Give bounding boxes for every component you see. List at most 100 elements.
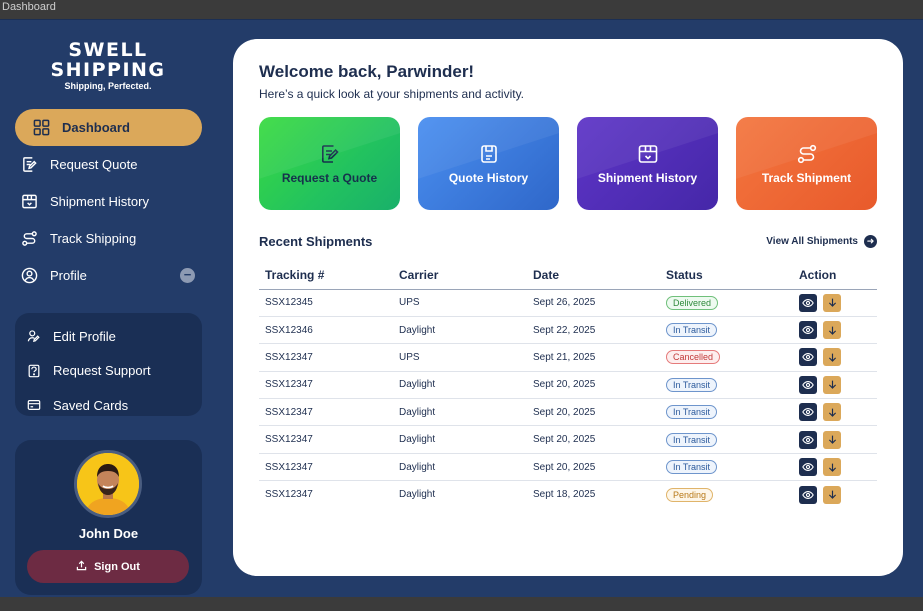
eye-icon xyxy=(802,298,814,307)
arrow-down-icon xyxy=(828,298,836,308)
track-shipment-tile[interactable]: Track Shipment xyxy=(736,117,877,210)
arrow-down-icon xyxy=(828,463,836,472)
eye-icon xyxy=(802,490,814,499)
sidebar-nav: Dashboard Request Quote Shipment History… xyxy=(15,109,202,294)
status-cell: In Transit xyxy=(660,398,793,427)
route-icon xyxy=(21,230,38,247)
submenu-item-label: Request Support xyxy=(53,363,151,379)
column-header: Action xyxy=(793,261,877,290)
carrier-cell: UPS xyxy=(393,289,527,317)
arrow-right-icon: ➜ xyxy=(864,235,877,248)
submenu-item-saved-cards[interactable]: Saved Cards xyxy=(15,388,202,423)
carrier-cell: Daylight xyxy=(393,316,527,345)
quote-history-tile[interactable]: Quote History xyxy=(418,117,559,210)
tracking-cell: SSX12347 xyxy=(259,398,393,427)
action-cell xyxy=(793,453,877,482)
action-cell xyxy=(793,398,877,427)
page-subtitle: Here’s a quick look at your shipments an… xyxy=(259,87,525,101)
view-button[interactable] xyxy=(799,430,817,449)
sidebar-item-dashboard[interactable]: Dashboard xyxy=(15,109,202,146)
arrow-down-icon xyxy=(828,353,836,362)
eye-icon xyxy=(802,463,814,472)
arrow-down-icon xyxy=(828,490,836,500)
table-row: SSX12347 UPS Sept 21, 2025 Cancelled xyxy=(259,343,877,372)
tracking-cell: SSX12347 xyxy=(265,489,313,501)
table-row: SSX12345 UPS Sept 26, 2025 Delivered xyxy=(259,289,877,317)
tile-label: Track Shipment xyxy=(761,170,852,185)
edit-note-icon xyxy=(21,156,38,173)
download-button[interactable] xyxy=(823,293,841,312)
status-cell: Cancelled xyxy=(660,343,793,372)
view-button[interactable] xyxy=(799,403,817,422)
action-cell xyxy=(793,316,877,345)
submenu-item-request-support[interactable]: Request Support xyxy=(15,354,202,389)
table-header-row: Tracking # Carrier Date Status Action xyxy=(259,261,877,290)
sidebar-item-label: Track Shipping xyxy=(50,231,137,246)
tile-label: Quote History xyxy=(448,170,529,185)
avatar xyxy=(74,450,142,518)
brand-line1: SWELL xyxy=(68,39,148,61)
edit-note-icon xyxy=(321,144,339,163)
user-circle-icon xyxy=(21,267,38,284)
download-button[interactable] xyxy=(823,430,841,449)
sign-out-button[interactable]: Sign Out xyxy=(27,550,189,583)
arrow-down-icon xyxy=(828,380,836,390)
status-cell: In Transit xyxy=(660,453,793,482)
view-button[interactable] xyxy=(799,321,817,340)
status-badge: Delivered xyxy=(666,295,719,310)
download-button[interactable] xyxy=(823,375,841,394)
status-cell: Delivered xyxy=(660,289,793,317)
window-title: Dashboard xyxy=(2,1,56,13)
sidebar-item-request-quote[interactable]: Request Quote xyxy=(15,146,202,183)
status-badge: Cancelled xyxy=(666,350,721,365)
status-badge: In Transit xyxy=(666,377,718,392)
action-cell xyxy=(793,343,877,372)
action-cell xyxy=(793,425,877,454)
sign-out-label: Sign Out xyxy=(94,560,140,573)
sidebar-item-track-shipping[interactable]: Track Shipping xyxy=(15,220,202,257)
shipments-table: Tracking # Carrier Date Status Action SS… xyxy=(259,261,877,508)
table-body: SSX12345 UPS Sept 26, 2025 Delivered SSX1234… xyxy=(259,289,877,508)
action-cell xyxy=(793,481,877,508)
status-cell: In Transit xyxy=(660,371,793,400)
view-button[interactable] xyxy=(799,375,817,394)
submenu-item-label: Saved Cards xyxy=(53,397,129,413)
view-button[interactable] xyxy=(799,458,817,477)
download-button[interactable] xyxy=(823,403,841,422)
status-cell: In Transit xyxy=(660,316,793,345)
user-edit-icon xyxy=(27,329,41,343)
view-all-shipments-link[interactable]: View All Shipments ➜ xyxy=(766,235,877,248)
download-button[interactable] xyxy=(823,458,841,477)
status-badge: In Transit xyxy=(666,405,718,420)
download-button[interactable] xyxy=(823,321,841,340)
view-button[interactable] xyxy=(799,348,817,367)
package-box-icon xyxy=(21,193,38,210)
date-cell: Sept 20, 2025 xyxy=(527,371,660,400)
shipment-history-tile[interactable]: Shipment History xyxy=(577,117,718,210)
carrier-cell: UPS xyxy=(393,343,527,372)
status-badge: In Transit xyxy=(666,323,718,338)
table-row: SSX12347 Daylight Sept 18, 2025 Pending xyxy=(259,481,877,508)
quick-actions: Request a Quote Quote History Shipment H… xyxy=(259,117,877,210)
collapse-toggle-button[interactable]: − xyxy=(180,268,195,283)
tile-label: Request a Quote xyxy=(281,170,378,185)
eye-icon xyxy=(802,408,814,417)
view-button[interactable] xyxy=(799,293,817,312)
eye-icon xyxy=(802,435,814,444)
brand-tagline: Shipping, Perfected. xyxy=(64,81,152,91)
tracking-cell: SSX12345 xyxy=(259,289,393,317)
carrier-cell: Daylight xyxy=(393,371,527,400)
column-header: Status xyxy=(660,261,793,290)
sign-out-icon xyxy=(76,560,87,574)
download-button[interactable] xyxy=(823,485,841,504)
date-cell: Sept 20, 2025 xyxy=(527,425,660,454)
sidebar-item-shipment-history[interactable]: Shipment History xyxy=(15,183,202,220)
submenu-item-edit-profile[interactable]: Edit Profile xyxy=(15,319,202,354)
main-panel: Welcome back, Parwinder! Here’s a quick … xyxy=(233,39,903,576)
date-cell: Sept 26, 2025 xyxy=(527,289,660,317)
request-quote-tile[interactable]: Request a Quote xyxy=(259,117,400,210)
status-cell: In Transit xyxy=(660,425,793,454)
sidebar-item-profile[interactable]: Profile − xyxy=(15,257,202,294)
download-button[interactable] xyxy=(823,348,841,367)
view-button[interactable] xyxy=(799,485,817,504)
